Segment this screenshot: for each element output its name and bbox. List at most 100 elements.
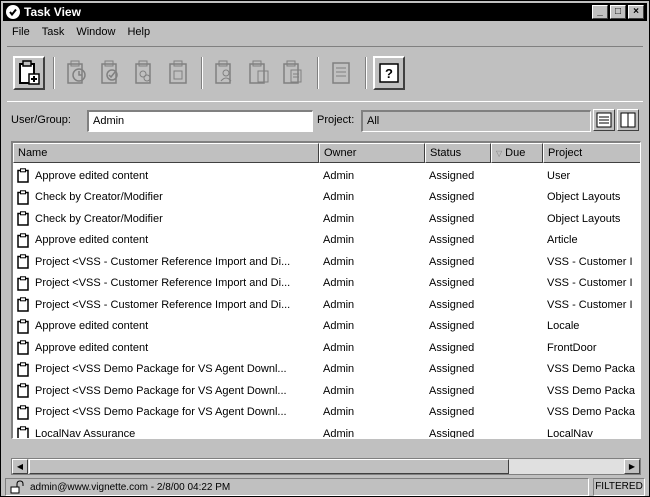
table-row[interactable]: Project <VSS - Customer Reference Import…: [13, 251, 640, 273]
task-copy-icon: [283, 60, 302, 84]
cell-name: Project <VSS - Customer Reference Import…: [13, 254, 319, 269]
new-task-icon: [19, 60, 40, 85]
task-group-button[interactable]: [129, 56, 161, 90]
sort-triangle-icon: ▽: [496, 149, 503, 158]
split-view-icon: [620, 112, 636, 128]
cell-owner: Admin: [323, 341, 355, 354]
task-name-text: Project <VSS - Customer Reference Import…: [35, 255, 291, 268]
cell-status: Assigned: [429, 406, 475, 419]
cell-owner: Admin: [323, 427, 355, 439]
filter-row: User/Group: Admin Project: All: [7, 107, 643, 135]
minimize-button[interactable]: _: [592, 5, 608, 19]
cell-name: Project <VSS Demo Package for VS Agent D…: [13, 383, 319, 398]
cell-project: VSS Demo Packa: [547, 384, 636, 397]
cell-project: Locale: [547, 320, 580, 333]
cell-status: Assigned: [429, 341, 475, 354]
menu-window[interactable]: Window: [71, 25, 120, 41]
column-header-owner[interactable]: Owner: [319, 143, 425, 163]
help-button[interactable]: ?: [373, 56, 405, 90]
notes-button[interactable]: [325, 56, 357, 90]
menu-help[interactable]: Help: [122, 25, 155, 41]
cell-owner: Admin: [323, 191, 355, 204]
table-row[interactable]: LocalNav Assurance Admin Assigned LocalNav: [13, 423, 640, 439]
help-icon: ?: [379, 63, 399, 83]
list-view-button[interactable]: [593, 109, 615, 131]
maximize-button[interactable]: □: [610, 5, 626, 19]
project-field[interactable]: All: [361, 110, 591, 132]
window-title: Task View: [24, 5, 81, 19]
task-users-button[interactable]: [209, 56, 241, 90]
task-users-icon: [215, 60, 232, 84]
horizontal-scrollbar[interactable]: ◀ ▶: [11, 458, 641, 475]
task-clipboard-icon: [17, 319, 29, 334]
table-row[interactable]: Check by Creator/Modifier Admin Assigned Ob…: [13, 208, 640, 230]
scroll-thumb[interactable]: [29, 459, 509, 474]
table-row[interactable]: Project <VSS Demo Package for VS Agent D…: [13, 380, 640, 402]
table-row[interactable]: Approve edited content Admin Assigned Front…: [13, 337, 640, 359]
task-clipboard-icon: [17, 297, 29, 312]
scroll-left-button[interactable]: ◀: [12, 459, 28, 474]
cell-name: Approve edited content: [13, 233, 319, 248]
menu-task[interactable]: Task: [37, 25, 70, 41]
task-clipboard-icon: [17, 340, 29, 355]
table-body: Approve edited content Admin Assigned User C…: [13, 165, 640, 439]
cell-name: Project <VSS Demo Package for VS Agent D…: [13, 405, 319, 420]
table-row[interactable]: Project <VSS Demo Package for VS Agent D…: [13, 359, 640, 381]
cell-project: FrontDoor: [547, 341, 597, 354]
task-edit-icon: [101, 60, 118, 84]
table-header: Name Owner Status ▽ Due Project: [13, 143, 640, 163]
cell-status: Assigned: [429, 298, 475, 311]
table-row[interactable]: Project <VSS Demo Package for VS Agent D…: [13, 402, 640, 424]
task-clipboard-icon: [17, 233, 29, 248]
menu-bar: File Task Window Help: [7, 25, 155, 41]
task-clock-button[interactable]: [61, 56, 93, 90]
title-bar[interactable]: Task View _ □ ×: [3, 3, 647, 21]
unlock-icon: [10, 480, 24, 494]
task-name-text: Project <VSS - Customer Reference Import…: [35, 298, 291, 311]
cell-project: VSS - Customer I: [547, 277, 633, 290]
table-row[interactable]: Check by Creator/Modifier Admin Assigned Ob…: [13, 187, 640, 209]
toolbar: ?: [7, 46, 643, 102]
cell-project: VSS - Customer I: [547, 255, 633, 268]
split-view-button[interactable]: [617, 109, 639, 131]
cell-name: Project <VSS - Customer Reference Import…: [13, 297, 319, 312]
column-header-name[interactable]: Name: [13, 143, 319, 163]
cell-owner: Admin: [323, 212, 355, 225]
filtered-badge: FILTERED: [593, 478, 645, 496]
cell-project: Object Layouts: [547, 191, 621, 204]
table-row[interactable]: Project <VSS - Customer Reference Import…: [13, 273, 640, 295]
column-header-due[interactable]: ▽ Due: [491, 143, 543, 163]
task-name-text: LocalNav Assurance: [35, 427, 136, 439]
table-row[interactable]: Project <VSS - Customer Reference Import…: [13, 294, 640, 316]
cell-name: Check by Creator/Modifier: [13, 211, 319, 226]
cell-owner: Admin: [323, 234, 355, 247]
task-name-text: Project <VSS Demo Package for VS Agent D…: [35, 363, 287, 376]
table-row[interactable]: Approve edited content Admin Assigned Local…: [13, 316, 640, 338]
table-row[interactable]: Approve edited content Admin Assigned User: [13, 165, 640, 187]
column-header-project[interactable]: Project: [543, 143, 640, 163]
task-view-window: Task View _ □ × File Task Window Help ? …: [0, 0, 650, 497]
new-task-button[interactable]: [13, 56, 45, 90]
task-copy-button[interactable]: [277, 56, 309, 90]
table-row[interactable]: Approve edited content Admin Assigned Artic…: [13, 230, 640, 252]
task-clipboard-button[interactable]: [163, 56, 195, 90]
task-clipboard-icon: [17, 405, 29, 420]
menu-file[interactable]: File: [7, 25, 35, 41]
project-label: Project:: [317, 114, 355, 126]
cell-owner: Admin: [323, 406, 355, 419]
task-edit-button[interactable]: [95, 56, 127, 90]
task-forward-button[interactable]: [243, 56, 275, 90]
cell-status: Assigned: [429, 427, 475, 439]
svg-text:?: ?: [385, 66, 393, 81]
cell-status: Assigned: [429, 277, 475, 290]
user-group-field[interactable]: Admin: [87, 110, 313, 132]
column-header-status[interactable]: Status: [425, 143, 491, 163]
close-button[interactable]: ×: [628, 5, 644, 19]
task-clipboard-icon: [17, 276, 29, 291]
task-name-text: Approve edited content: [35, 320, 149, 333]
cell-project: Object Layouts: [547, 212, 621, 225]
cell-status: Assigned: [429, 320, 475, 333]
scroll-right-button[interactable]: ▶: [624, 459, 640, 474]
user-group-label: User/Group:: [11, 114, 71, 126]
task-group-icon: [135, 60, 151, 84]
